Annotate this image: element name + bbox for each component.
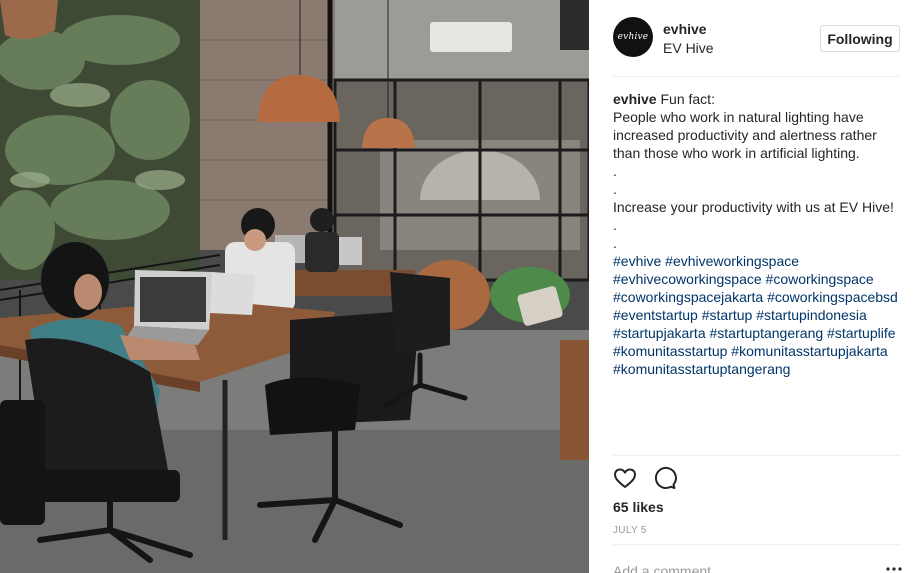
hashtag-list: #evhive #evhiveworkingspace #evhivecowor… [613,252,909,378]
hashtag-link[interactable]: #komunitasstartuptangerang [613,361,790,377]
post-caption: evhive Fun fact: People who work in natu… [613,90,909,378]
hashtag-link[interactable]: #startuptangerang [710,325,824,341]
hashtag-link[interactable]: #startup [702,307,753,323]
likes-count[interactable]: 65 likes [613,499,664,515]
more-icon[interactable] [885,565,903,573]
full-name: EV Hive [663,40,714,56]
hashtag-link[interactable]: #startupindonesia [756,307,867,323]
hashtag-link[interactable]: #coworkingspacebsd [767,289,898,305]
caption-line: Fun fact: [660,91,715,107]
hashtag-link[interactable]: #eventstartup [613,307,698,323]
instagram-post: evhive evhive EV Hive Following evhive F… [0,0,917,573]
caption-line: . [613,217,617,233]
hashtag-link[interactable]: #coworkingspacejakarta [613,289,763,305]
post-date: JULY 5 [613,525,647,536]
hashtag-link[interactable]: #evhive [613,253,661,269]
caption-line: People who work in natural lighting have [613,109,864,125]
avatar-logo: evhive [617,32,649,42]
post-header: evhive evhive EV Hive Following [589,0,917,76]
hashtag-link[interactable]: #evhivecoworkingspace [613,271,762,287]
caption-line: . [613,163,617,179]
header-divider [613,76,900,77]
actions-divider [613,455,900,456]
hashtag-link[interactable]: #startuplife [827,325,895,341]
caption-line: . [613,181,617,197]
hashtag-link[interactable]: #startupjakarta [613,325,706,341]
heart-icon[interactable] [613,466,637,490]
post-photo[interactable] [0,0,589,573]
hashtag-link[interactable]: #komunitasstartupjakarta [731,343,887,359]
add-comment-input[interactable] [613,562,883,573]
coworking-photo [0,0,589,573]
caption-username[interactable]: evhive [613,91,657,107]
avatar[interactable]: evhive [613,17,653,57]
following-button[interactable]: Following [820,25,900,52]
caption-line: . [613,235,617,251]
hashtag-link[interactable]: #komunitasstartup [613,343,727,359]
post-actions [613,466,677,490]
hashtag-link[interactable]: #coworkingspace [766,271,874,287]
caption-line: increased productivity and alertness rat… [613,127,877,143]
comment-icon[interactable] [653,466,677,490]
caption-line: than those who work in artificial lighti… [613,145,860,161]
hashtag-link[interactable]: #evhiveworkingspace [665,253,799,269]
caption-line: Increase your productivity with us at EV… [613,199,894,215]
post-side-panel: evhive evhive EV Hive Following evhive F… [589,0,917,573]
username-link[interactable]: evhive [663,21,707,37]
comment-divider [613,544,900,545]
